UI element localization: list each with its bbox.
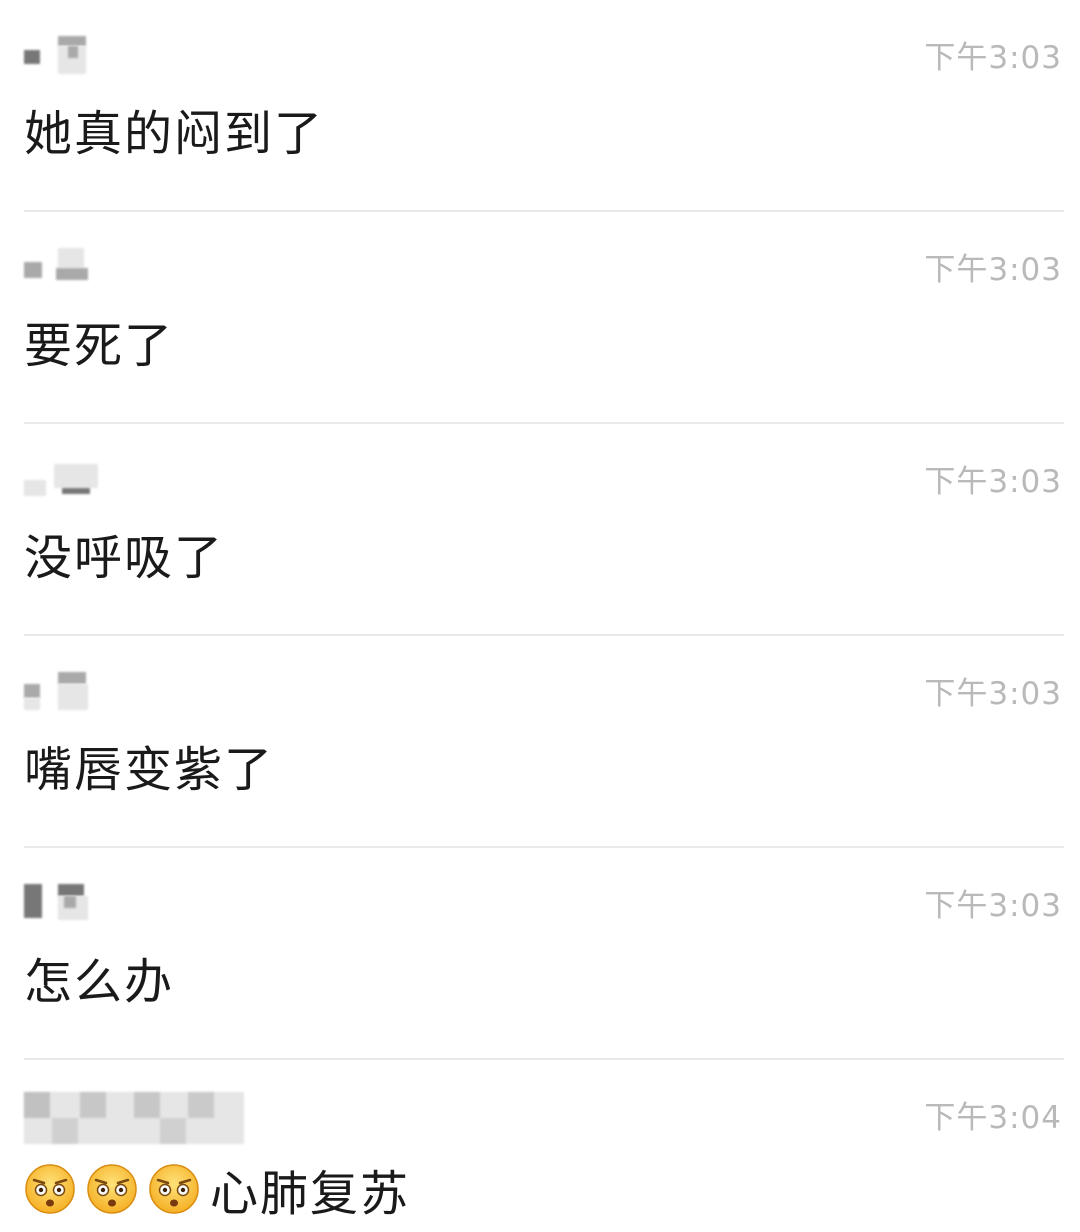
message-item[interactable]: 下午3:03 怎么办 [0, 848, 1080, 1060]
sender-name-redacted [24, 884, 104, 922]
message-item[interactable]: 下午3:03 嘴唇变紫了 [0, 636, 1080, 848]
message-time: 下午3:03 [924, 888, 1062, 924]
message-time: 下午3:03 [924, 676, 1062, 712]
message-text: 心肺复苏 [210, 1166, 411, 1222]
message-time: 下午3:03 [924, 252, 1062, 288]
message-text: 怎么办 [24, 954, 175, 1010]
message-item[interactable]: 下午3:04 心肺复苏 [0, 1060, 1080, 1232]
sender-name-redacted [24, 672, 104, 710]
sender-name-redacted [24, 36, 104, 74]
surprised-face-icon [149, 1164, 199, 1214]
message-item[interactable]: 下午3:03 她真的闷到了 [0, 0, 1080, 212]
message-time: 下午3:03 [924, 464, 1062, 500]
message-time: 下午3:04 [924, 1100, 1062, 1136]
sender-name-redacted [24, 248, 104, 286]
message-time: 下午3:03 [924, 40, 1062, 76]
message-text: 没呼吸了 [24, 530, 225, 586]
message-list: 下午3:03 她真的闷到了 下午3:03 要死了 下午3:03 没呼吸了 下午3 [0, 0, 1080, 1232]
message-text-row: 心肺复苏 [24, 1154, 410, 1224]
sender-name-redacted [24, 460, 104, 498]
message-text: 要死了 [24, 318, 175, 374]
sender-name-redacted [24, 1092, 244, 1144]
message-item[interactable]: 下午3:03 没呼吸了 [0, 424, 1080, 636]
surprised-face-icon [87, 1164, 137, 1214]
surprised-face-icon [25, 1164, 75, 1214]
message-text: 嘴唇变紫了 [24, 742, 275, 798]
message-text: 她真的闷到了 [24, 106, 325, 162]
message-item[interactable]: 下午3:03 要死了 [0, 212, 1080, 424]
